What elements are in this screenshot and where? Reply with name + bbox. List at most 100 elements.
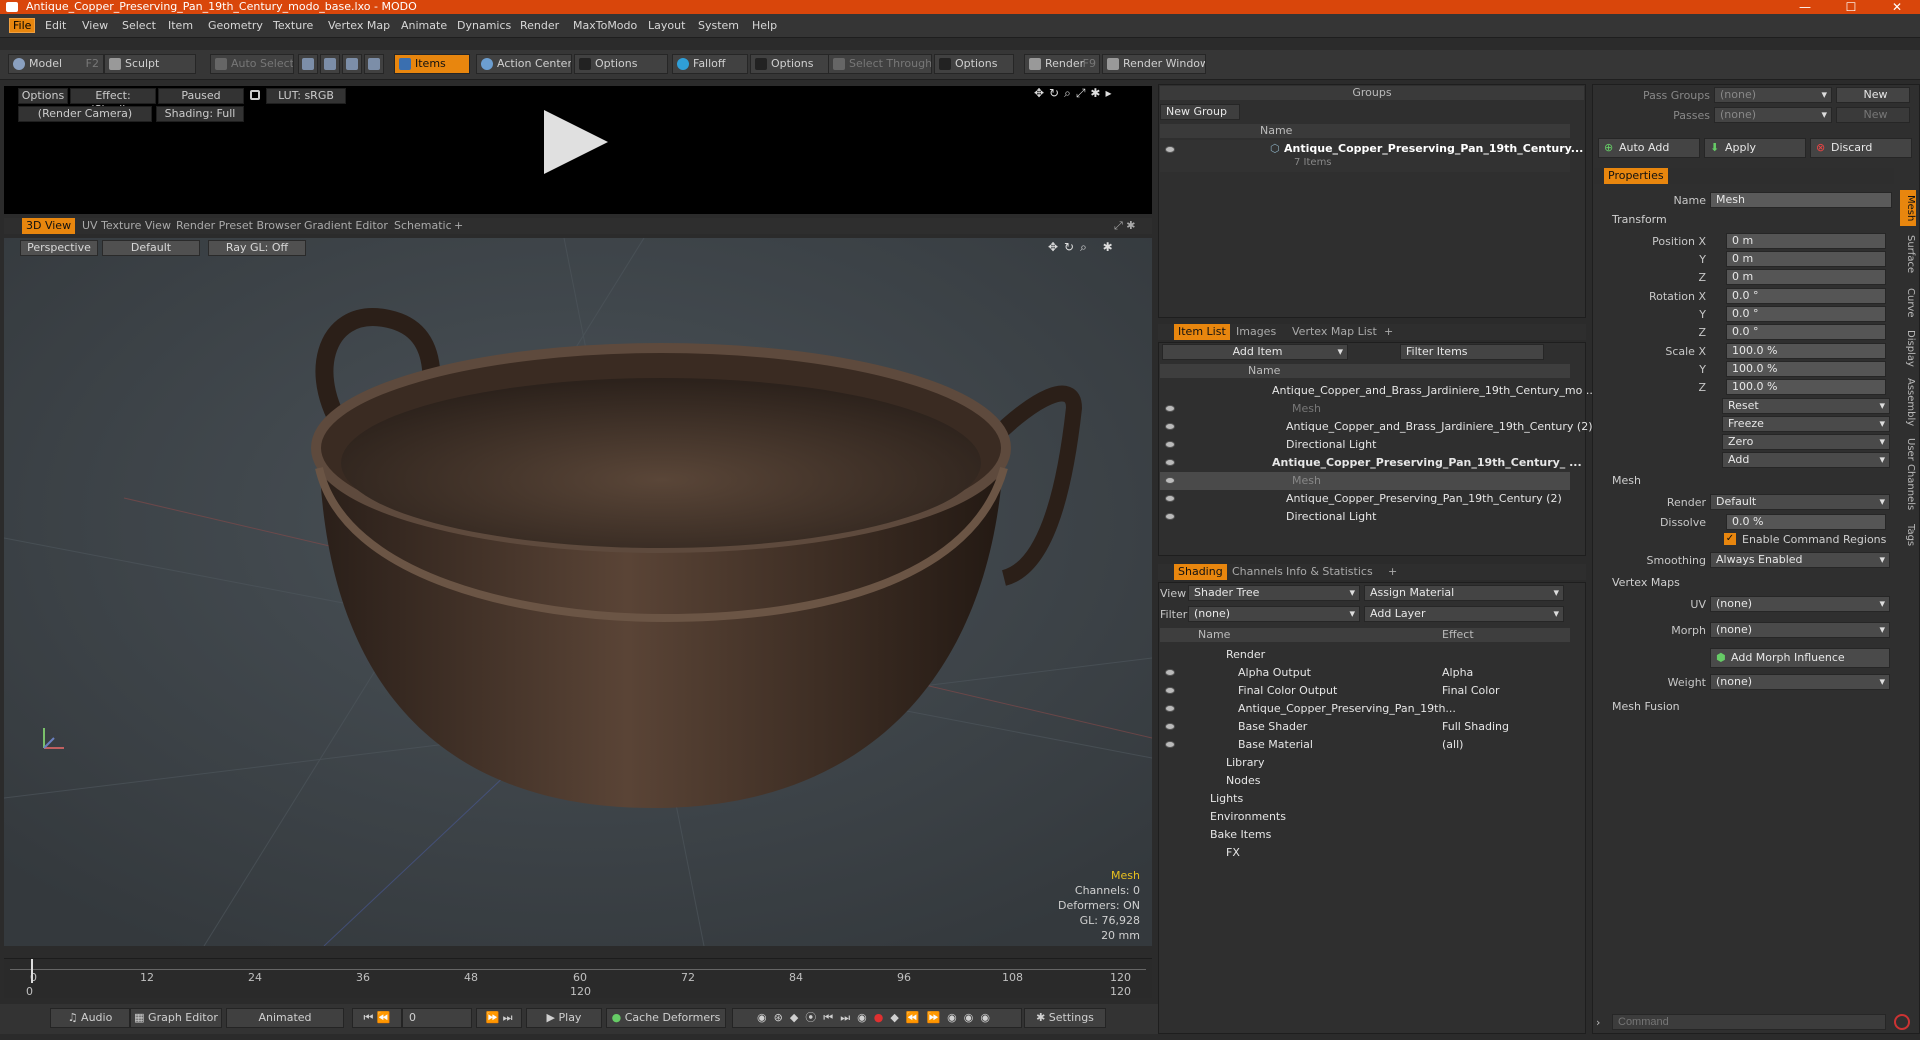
shader-row[interactable]: Bake Items <box>1160 826 1570 844</box>
visibility-icon[interactable] <box>1165 723 1175 730</box>
render-button[interactable]: Render F9 <box>1024 54 1100 74</box>
visibility-icon[interactable] <box>1165 669 1175 676</box>
shading-default-dropdown[interactable]: Default <box>102 240 200 256</box>
vtab-display[interactable]: Display <box>1900 326 1916 370</box>
morph-dropdown[interactable]: (none) <box>1710 622 1890 638</box>
tab-shading[interactable]: Shading <box>1174 564 1227 580</box>
tab-properties[interactable]: Properties <box>1604 168 1668 184</box>
cache-deformers-button[interactable]: ● Cache Deformers <box>606 1008 726 1028</box>
key-tools[interactable]: ◉⊛◆⦿⏮⏭◉●◆⏪⏩◉◉◉ <box>732 1008 1022 1028</box>
tab-images[interactable]: Images <box>1232 324 1280 340</box>
preview-paused-button[interactable]: Paused <box>158 88 244 104</box>
tab-gradient-editor[interactable]: Gradient Editor <box>300 218 392 234</box>
select-through-options-button[interactable]: Options <box>934 54 1014 74</box>
shader-row[interactable]: Render <box>1160 646 1570 664</box>
visibility-icon[interactable] <box>1165 405 1175 412</box>
sculpt-mode-button[interactable]: Sculpt <box>104 54 196 74</box>
model-mode-button[interactable]: Model F2 <box>8 54 104 74</box>
menu-geometry[interactable]: Geometry <box>208 19 263 32</box>
view-dropdown[interactable]: Shader Tree <box>1188 585 1360 601</box>
range-start[interactable]: 0 <box>26 985 33 998</box>
action-center-options-button[interactable]: Options <box>574 54 668 74</box>
audio-button[interactable]: ♫ Audio <box>50 1008 130 1028</box>
add-tab-button[interactable]: + <box>1380 324 1397 340</box>
list-item[interactable]: Mesh <box>1160 400 1570 418</box>
list-item[interactable]: Antique_Copper_Preserving_Pan_19th_Centu… <box>1160 454 1582 472</box>
uv-dropdown[interactable]: (none) <box>1710 596 1890 612</box>
render-dropdown[interactable]: Default <box>1710 494 1890 510</box>
shader-row[interactable]: Nodes <box>1160 772 1570 790</box>
tab-vertex-map-list[interactable]: Vertex Map List <box>1288 324 1381 340</box>
vtab-mesh[interactable]: Mesh <box>1900 190 1916 226</box>
position-z-field[interactable]: 0 m <box>1726 269 1886 285</box>
menu-item[interactable]: Item <box>168 19 193 32</box>
new-pass-group-button[interactable]: New <box>1836 87 1910 103</box>
falloff-options-button[interactable]: Options <box>750 54 830 74</box>
materials-mode-button[interactable] <box>364 54 384 74</box>
discard-button[interactable]: ⊗ Discard <box>1810 138 1912 158</box>
mesh-section[interactable]: Mesh <box>1612 474 1641 487</box>
transport-prev-buttons[interactable]: ⏮ ⏪ <box>352 1008 402 1028</box>
graph-editor-button[interactable]: ▦ Graph Editor <box>130 1008 222 1028</box>
menu-render[interactable]: Render <box>520 19 559 32</box>
menu-texture[interactable]: Texture <box>273 19 313 32</box>
play-preview-icon[interactable] <box>544 110 608 174</box>
visibility-icon[interactable] <box>1165 741 1175 748</box>
scale-z-field[interactable]: 100.0 % <box>1726 379 1886 395</box>
rotation-z-field[interactable]: 0.0 ° <box>1726 324 1886 340</box>
command-history-icon[interactable] <box>1894 1014 1910 1030</box>
lut-dropdown[interactable]: LUT: sRGB <box>266 88 346 104</box>
viewport-nav-icons[interactable]: ✥↻⌕ ✱ <box>1048 240 1119 255</box>
menu-edit[interactable]: Edit <box>45 19 66 32</box>
visibility-icon[interactable] <box>1165 687 1175 694</box>
settings-button[interactable]: ✱ Settings <box>1024 1008 1106 1028</box>
viewport-settings-icon[interactable]: ⤢ ✱ <box>1110 218 1140 234</box>
vertices-mode-button[interactable] <box>298 54 318 74</box>
add-dropdown[interactable]: Add <box>1722 452 1890 468</box>
preview-options-button[interactable]: Options <box>18 88 68 104</box>
transform-section[interactable]: Transform <box>1612 213 1667 226</box>
range-end[interactable]: 120 <box>1110 985 1131 998</box>
command-input[interactable] <box>1612 1014 1886 1030</box>
position-x-field[interactable]: 0 m <box>1726 233 1886 249</box>
shading-dropdown[interactable]: Shading: Full <box>156 106 244 122</box>
shader-row[interactable]: Alpha Output Alpha <box>1160 664 1570 682</box>
assign-material-dropdown[interactable]: Assign Material <box>1364 585 1564 601</box>
tab-render-preset-browser[interactable]: Render Preset Browser <box>172 218 305 234</box>
add-tab-button[interactable]: + <box>450 218 467 234</box>
vtab-surface[interactable]: Surface <box>1900 230 1916 278</box>
filter-dropdown[interactable]: (none) <box>1188 606 1360 622</box>
rotation-x-field[interactable]: 0.0 ° <box>1726 288 1886 304</box>
items-mode-button[interactable]: Items <box>394 54 470 74</box>
edges-mode-button[interactable] <box>320 54 340 74</box>
tab-item-list[interactable]: Item List <box>1174 324 1230 340</box>
visibility-icon[interactable] <box>1165 146 1175 153</box>
new-pass-button[interactable]: New <box>1836 107 1910 123</box>
visibility-icon[interactable] <box>1165 705 1175 712</box>
new-group-button[interactable]: New Group <box>1160 104 1240 120</box>
shader-row[interactable]: Library <box>1160 754 1570 772</box>
tab-channels[interactable]: Channels <box>1228 564 1287 580</box>
preview-nav-icons[interactable]: ✥↻⌕⤢✱▸ <box>1034 86 1117 101</box>
enable-command-regions-checkbox[interactable]: ✓ <box>1724 533 1736 545</box>
select-through-button[interactable]: Select Through <box>828 54 932 74</box>
render-window-button[interactable]: Render Window <box>1102 54 1206 74</box>
vtab-user-channels[interactable]: User Channels <box>1900 434 1916 514</box>
timeline[interactable]: 0 12 24 36 48 60 72 84 96 108 120 0 120 … <box>4 958 1152 998</box>
visibility-icon[interactable] <box>1165 459 1175 466</box>
position-y-field[interactable]: 0 m <box>1726 251 1886 267</box>
auto-add-button[interactable]: ⊕ Auto Add <box>1598 138 1700 158</box>
vtab-assembly[interactable]: Assembly <box>1900 374 1916 430</box>
visibility-icon[interactable] <box>1165 477 1175 484</box>
raygl-dropdown[interactable]: Ray GL: Off <box>208 240 306 256</box>
reset-dropdown[interactable]: Reset <box>1722 398 1890 414</box>
menu-dynamics[interactable]: Dynamics <box>457 19 511 32</box>
apply-button[interactable]: ⬇ Apply <box>1704 138 1806 158</box>
menu-vertex-map[interactable]: Vertex Map <box>328 19 390 32</box>
play-button[interactable]: ▶ Play <box>526 1008 602 1028</box>
freeze-dropdown[interactable]: Freeze <box>1722 416 1890 432</box>
menu-help[interactable]: Help <box>752 19 777 32</box>
passes-dropdown[interactable]: (none) <box>1714 107 1832 123</box>
record-icon[interactable]: ● <box>874 1011 891 1024</box>
add-tab-button[interactable]: + <box>1384 564 1401 580</box>
